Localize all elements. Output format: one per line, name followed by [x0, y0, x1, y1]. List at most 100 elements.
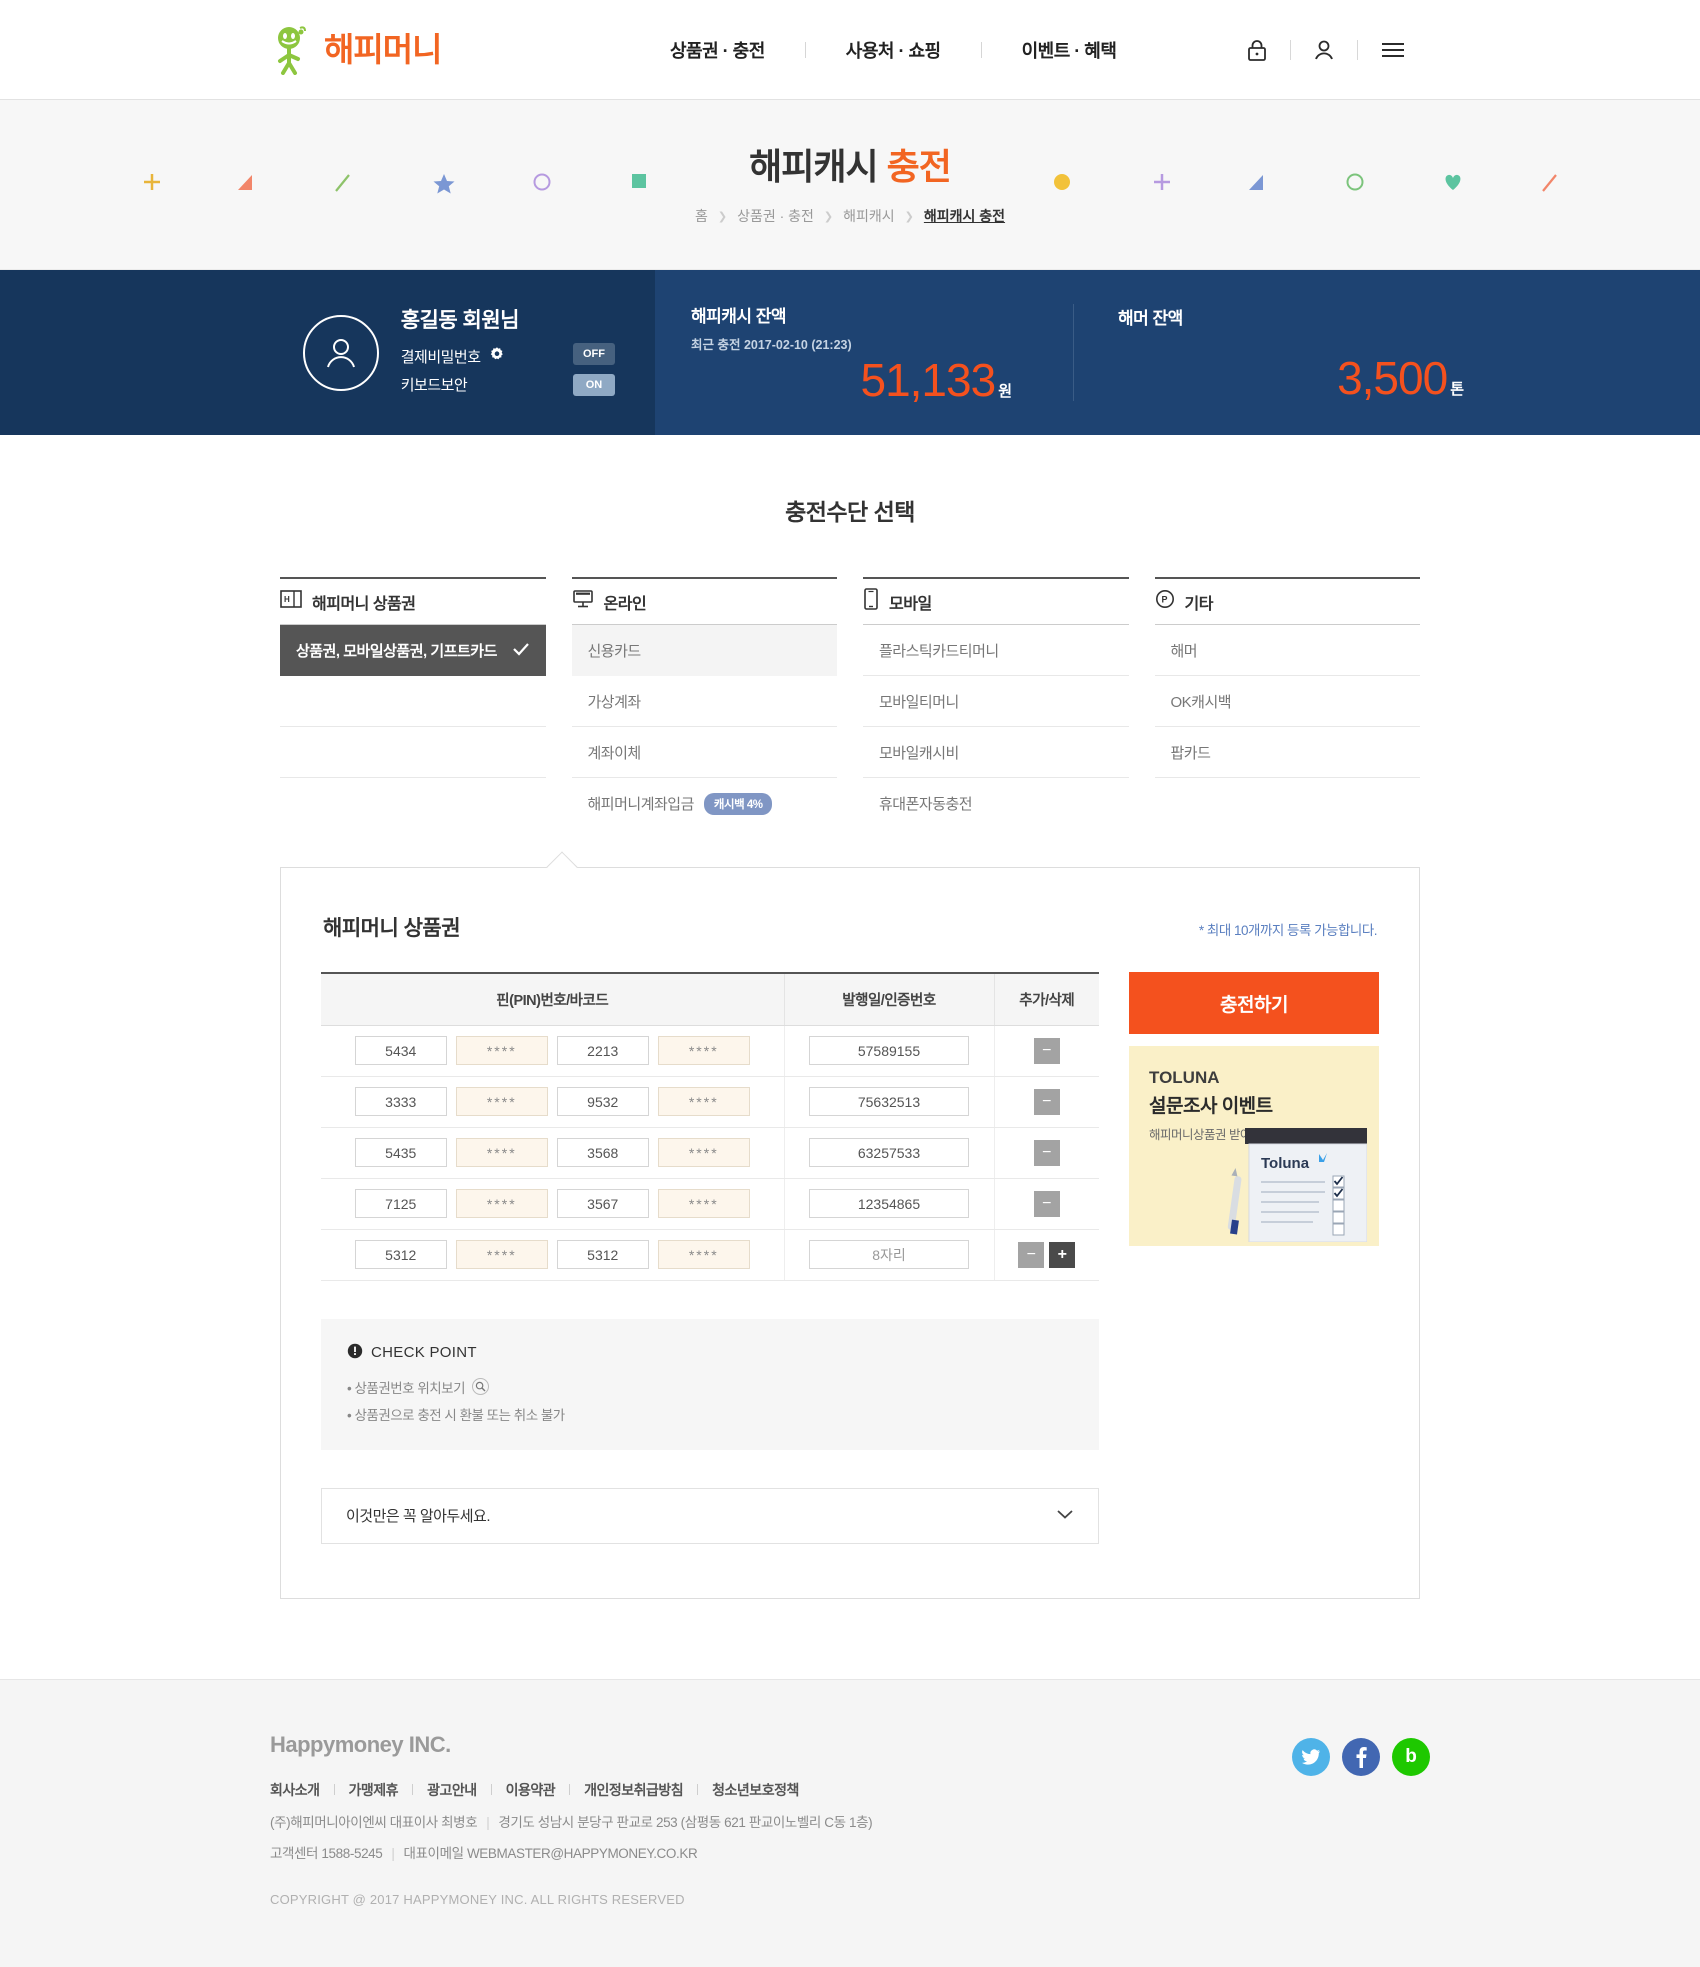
site-logo[interactable]: 해피머니	[272, 25, 442, 75]
cert-cell	[783, 1076, 994, 1128]
breadcrumb-item-giftcard[interactable]: 상품권 · 충전	[737, 206, 814, 226]
facebook-icon[interactable]	[1342, 1737, 1380, 1776]
pin-part-2[interactable]	[455, 1189, 548, 1218]
user-summary-bar: 홍길동 회원님 결제비밀번호 키보드보안 OFF ON 해피캐시 잔액 최근 충…	[0, 270, 1700, 435]
pin-part-4[interactable]	[657, 1240, 750, 1269]
breadcrumb-arrow-icon: ❯	[717, 210, 728, 223]
pin-part-3[interactable]	[556, 1240, 649, 1269]
method-item-phone-autocharge[interactable]: 휴대폰자동충전	[863, 778, 1129, 829]
notice-accordion[interactable]: 이것만은 꼭 알아두세요.	[321, 1487, 1099, 1544]
keyboard-security-toggle[interactable]: ON	[573, 374, 615, 396]
method-item-giftcard-all[interactable]: 상품권, 모바일상품권, 기프트카드	[280, 625, 546, 676]
svg-text:P: P	[1161, 595, 1167, 605]
pin-part-3[interactable]	[556, 1087, 649, 1116]
happycash-amount: 51,133 원	[691, 357, 1012, 403]
nav-item-giftcard[interactable]: 상품권 · 충전	[630, 37, 805, 63]
remove-row-button[interactable]: −	[1033, 1037, 1060, 1064]
pin-part-4[interactable]	[657, 1189, 750, 1218]
footer-link-advertising[interactable]: 광고안내	[413, 1780, 491, 1800]
nav-item-event[interactable]: 이벤트 · 혜택	[982, 37, 1157, 63]
keyboard-security-row[interactable]: 키보드보안	[401, 374, 519, 395]
pin-part-1[interactable]	[354, 1240, 447, 1269]
pin-part-3[interactable]	[556, 1189, 649, 1218]
method-column-header: H 해피머니 상품권	[280, 577, 546, 625]
menu-icon[interactable]	[1358, 39, 1428, 61]
remove-row-button[interactable]: −	[1018, 1241, 1045, 1268]
cert-number-input[interactable]	[809, 1240, 969, 1269]
method-item-okcashbag[interactable]: OK캐시백	[1154, 676, 1420, 727]
balances-block: 해피캐시 잔액 최근 충전 2017-02-10 (21:23) 51,133 원…	[655, 270, 1700, 435]
method-item-hammer[interactable]: 해머	[1154, 625, 1420, 676]
pay-password-row[interactable]: 결제비밀번호	[401, 346, 519, 367]
method-item-label: 팝카드	[1170, 744, 1211, 762]
panel-title: 해피머니 상품권	[323, 917, 461, 940]
magnifier-icon[interactable]	[472, 1378, 490, 1395]
pay-password-toggle[interactable]: OFF	[573, 343, 615, 365]
pin-part-4[interactable]	[657, 1138, 750, 1167]
footer-link-privacy[interactable]: 개인정보취급방침	[570, 1780, 697, 1800]
footer-link-about[interactable]: 회사소개	[270, 1780, 334, 1800]
cert-number-input[interactable]	[809, 1189, 969, 1218]
row-action-cell: −	[993, 1127, 1099, 1179]
pin-part-2[interactable]	[455, 1138, 548, 1167]
naverblog-icon[interactable]: b	[1392, 1737, 1430, 1776]
footer-link-partnership[interactable]: 가맹제휴	[335, 1780, 413, 1800]
remove-row-button[interactable]: −	[1033, 1139, 1060, 1166]
pin-part-2[interactable]	[455, 1036, 548, 1065]
footer-link-terms[interactable]: 이용약관	[492, 1780, 570, 1800]
pin-part-4[interactable]	[657, 1036, 750, 1065]
method-item-mobile-cashbee[interactable]: 모바일캐시비	[863, 727, 1129, 778]
method-item-account-transfer[interactable]: 계좌이체	[571, 727, 837, 778]
method-item-plastic-tmoney[interactable]: 플라스틱카드티머니	[863, 625, 1129, 676]
happycash-balance: 해피캐시 잔액 최근 충전 2017-02-10 (21:23) 51,133 원	[691, 302, 1051, 403]
footer-link-youth-policy[interactable]: 청소년보호정책	[698, 1780, 813, 1800]
pin-part-1[interactable]	[354, 1138, 447, 1167]
page-title-main: 해피캐시	[749, 146, 887, 187]
hero-content: 해피캐시 충전 홈 ❯ 상품권 · 충전 ❯ 해피캐시 ❯ 해피캐시 충전	[0, 138, 1700, 226]
remove-row-button[interactable]: −	[1033, 1190, 1060, 1217]
cert-number-input[interactable]	[809, 1036, 969, 1065]
pin-part-2[interactable]	[455, 1087, 548, 1116]
toluna-ad-banner[interactable]: TOLUNA 설문조사 이벤트 해피머니상품권 받아가세요! Toluna	[1129, 1046, 1379, 1246]
breadcrumb-item-current: 해피캐시 충전	[923, 208, 1006, 224]
main-navigation: 상품권 · 충전 사용처 · 쇼핑 이벤트 · 혜택	[630, 37, 1156, 63]
method-item-popcard[interactable]: 팝카드	[1154, 727, 1420, 778]
table-row: −	[321, 1178, 1099, 1230]
col-header-cert: 발행일/인증번호	[783, 973, 994, 1026]
pin-part-1[interactable]	[354, 1087, 447, 1116]
pin-part-1[interactable]	[354, 1189, 447, 1218]
pin-group	[321, 1138, 784, 1167]
pin-part-4[interactable]	[657, 1087, 750, 1116]
charge-button[interactable]: 충전하기	[1129, 972, 1379, 1034]
pin-table-header-row: 핀(PIN)번호/바코드 발행일/인증번호 추가/삭제	[321, 973, 1099, 1026]
gear-icon[interactable]	[489, 346, 505, 366]
nav-item-shopping[interactable]: 사용처 · 쇼핑	[806, 37, 981, 63]
pin-part-2[interactable]	[455, 1240, 548, 1269]
pin-part-1[interactable]	[354, 1036, 447, 1065]
lock-icon[interactable]	[1224, 38, 1290, 62]
pin-group-cell	[321, 1229, 784, 1281]
breadcrumb-item-happycash[interactable]: 해피캐시	[843, 206, 895, 226]
method-item-mobile-tmoney[interactable]: 모바일티머니	[863, 676, 1129, 727]
method-item-credit-card[interactable]: 신용카드	[571, 625, 837, 676]
remove-row-button[interactable]: −	[1033, 1088, 1060, 1115]
method-item-virtual-account[interactable]: 가상계좌	[571, 676, 837, 727]
method-column-header: P 기타	[1154, 577, 1420, 625]
pin-part-3[interactable]	[556, 1138, 649, 1167]
chevron-down-icon[interactable]	[1056, 1507, 1074, 1525]
ad-notepad-image: Toluna	[1227, 1124, 1368, 1243]
method-item-happymoney-deposit[interactable]: 해피머니계좌입금 캐시백 4%	[572, 778, 838, 829]
user-profile-block: 홍길동 회원님 결제비밀번호 키보드보안 OFF ON	[0, 270, 655, 435]
twitter-icon[interactable]	[1292, 1737, 1330, 1776]
cert-number-input[interactable]	[809, 1138, 969, 1167]
page-title: 해피캐시 충전	[0, 138, 1700, 190]
cert-number-input[interactable]	[809, 1087, 969, 1116]
breadcrumb-item-home[interactable]: 홈	[695, 206, 708, 226]
social-links: b	[1292, 1737, 1430, 1776]
add-row-button[interactable]: +	[1049, 1241, 1076, 1268]
giftcard-panel: 해피머니 상품권 * 최대 10개까지 등록 가능합니다. 핀(PIN)번호/바…	[280, 867, 1420, 1599]
method-item-placeholder	[1155, 778, 1421, 829]
user-icon[interactable]	[1291, 38, 1357, 62]
method-item-label: 모바일캐시비	[879, 744, 959, 762]
pin-part-3[interactable]	[556, 1036, 649, 1065]
